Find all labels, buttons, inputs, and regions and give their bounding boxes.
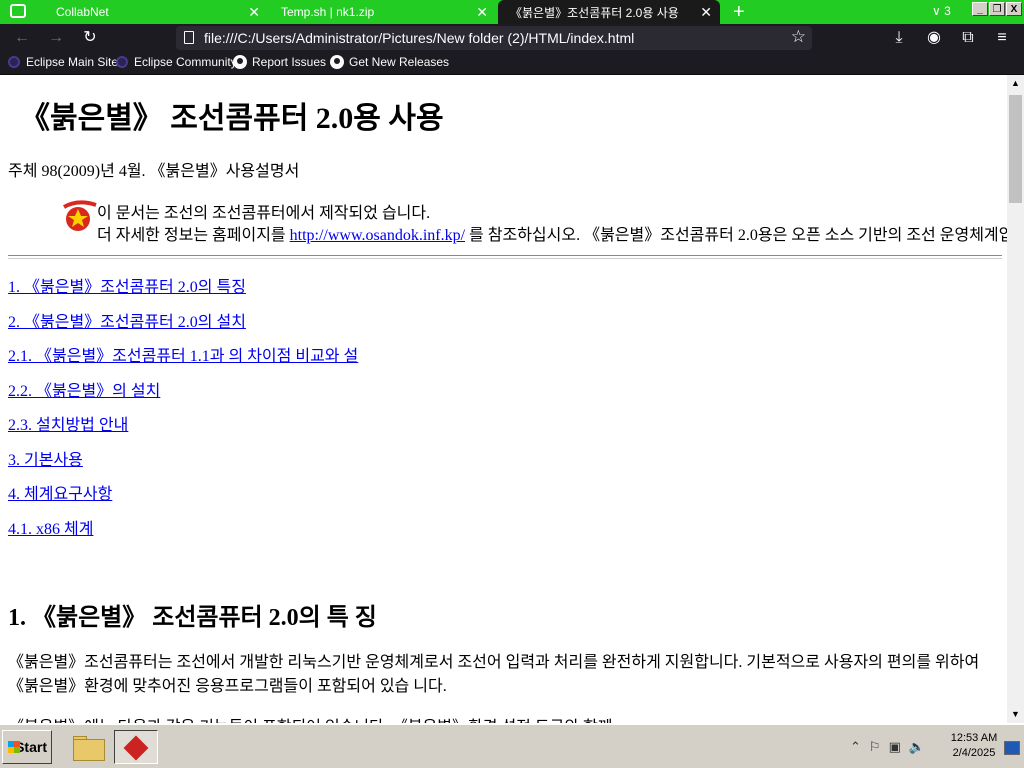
show-desktop-icon[interactable] [1004,741,1020,755]
minimize-button[interactable]: _ [972,2,988,16]
address-bar[interactable]: file:///C:/Users/Administrator/Pictures/… [176,26,812,50]
notice-line-2: 더 자세한 정보는 홈페이지를 http://www.osandok.inf.k… [97,221,1007,245]
tab-temp-sh[interactable]: Temp.sh | nk1.zip ✕ [268,0,496,24]
tab-label: CollabNet [56,5,109,19]
list-all-tabs-button[interactable]: ∨ 3 [932,4,951,18]
restore-button[interactable]: ❐ [989,2,1005,16]
page-title: 《붉은별》 조선콤퓨터 2.0용 사용 [20,102,444,135]
github-icon [330,55,344,69]
page-meta: 주체 98(2009)년 4월. 《붉은별》사용설명서 [8,163,300,180]
back-arrow-icon[interactable]: ← [12,28,32,48]
tab-index-html[interactable]: 《붉은별》조선콤퓨터 2.0용 사용 ✕ [498,0,720,24]
toc-link[interactable]: 2. 《붉은별》조선콤퓨터 2.0의 설치 [8,308,358,343]
scroll-up-icon[interactable]: ▲ [1007,75,1024,92]
folder-icon-body [73,739,105,761]
tab-bar: CollabNet ✕ Temp.sh | nk1.zip ✕ 《붉은별》조선콤… [0,0,1024,24]
osandok-link[interactable]: http://www.osandok.inf.kp/ [290,227,465,244]
toc-link[interactable]: 4.1. x86 체계 [8,515,358,550]
toc-link[interactable]: 3. 기본사용 [8,446,358,481]
eclipse-icon [8,56,20,68]
tab-collabnet[interactable]: CollabNet ✕ [36,0,268,24]
system-tray: ⌃ ⚐ ▣ 🔈 [850,733,925,761]
extensions-icon[interactable]: ⧉ [958,28,978,48]
downloads-icon[interactable]: ⤓ [889,28,909,48]
notice-text: 를 참조하십시오. 《붉은별》조선콤퓨터 2.0용은 오픈 소스 기반의 조선 … [465,227,1007,244]
github-icon [233,55,247,69]
file-explorer-button[interactable] [66,730,110,764]
bookmark-get-new-releases[interactable]: Get New Releases [330,55,449,69]
bookmark-eclipse-main-site[interactable]: Eclipse Main Site [8,55,118,69]
scroll-down-icon[interactable]: ▼ [1007,706,1024,723]
reload-icon[interactable]: ↻ [80,28,100,48]
toc-link[interactable]: 2.3. 설치방법 안내 [8,411,358,446]
notice-text: 더 자세한 정보는 홈페이지를 [97,227,290,244]
page-icon [184,31,194,44]
network-icon[interactable]: ▣ [889,739,901,755]
menu-icon[interactable]: ≡ [992,28,1012,48]
app-cube-icon [123,735,149,761]
close-icon[interactable]: ✕ [476,4,488,20]
volume-icon[interactable]: 🔈 [909,739,925,755]
clock-time: 12:53 AM [950,732,998,744]
start-button[interactable]: Start [2,730,52,764]
firefox-view-icon[interactable] [10,4,26,18]
tab-count: 3 [944,4,951,18]
tab-label: Temp.sh | nk1.zip [281,5,375,19]
show-hidden-icons-icon[interactable]: ⌃ [850,739,861,755]
toc-link[interactable]: 2.2. 《붉은별》의 설치 [8,377,358,412]
account-icon[interactable]: ◉ [924,28,944,48]
bookmarks-bar: Eclipse Main Site Eclipse Community Repo… [0,52,1024,75]
navigation-bar: ← → ↻ file:///C:/Users/Administrator/Pic… [0,24,1024,52]
eclipse-icon [116,56,128,68]
windows-logo-icon [8,741,20,753]
toc-link[interactable]: 1. 《붉은별》조선콤퓨터 2.0의 특징 [8,273,358,308]
scrollbar-thumb[interactable] [1009,95,1022,203]
toc-link[interactable]: 2.1. 《붉은별》조선콤퓨터 1.1과 의 차이점 비교와 설 [8,342,358,377]
bookmark-eclipse-community[interactable]: Eclipse Community [116,55,237,69]
close-window-button[interactable]: X [1006,2,1022,16]
section-1-paragraph: 《붉은별》조선콤퓨터는 조선에서 개발한 리눅스기반 운영체계로서 조선어 입력… [8,654,980,695]
close-icon[interactable]: ✕ [700,4,712,20]
table-of-contents: 1. 《붉은별》조선콤퓨터 2.0의 특징 2. 《붉은별》조선콤퓨터 2.0의… [8,273,358,549]
divider [8,255,1002,259]
bookmark-label: Report Issues [252,55,327,69]
tab-label: 《붉은별》조선콤퓨터 2.0용 사용 [510,5,679,20]
clock-date: 2/4/2025 [952,747,996,759]
bookmark-label: Eclipse Main Site [26,55,119,69]
bookmark-label: Get New Releases [349,55,450,69]
section-1-paragraph-2: 《붉은별》에는 다음과 같은 기능들이 포함되어 있습니다. 《붉은별》환경 설… [8,713,612,723]
section-1-heading: 1. 《붉은별》 조선콤퓨터 2.0의 특 징 [8,605,377,631]
forward-arrow-icon[interactable]: → [46,28,66,48]
window-controls: _ ❐ X [972,2,1022,16]
toc-link[interactable]: 4. 체계요구사항 [8,480,358,515]
taskbar: Start ⌃ ⚐ ▣ 🔈 12:53 AM 2/4/2025 [0,724,1024,768]
notice-line-1: 이 문서는 조선의 조선콤퓨터에서 제작되었 습니다. [97,205,431,222]
new-tab-icon[interactable]: + [733,1,745,23]
url-text[interactable]: file:///C:/Users/Administrator/Pictures/… [204,30,634,46]
clock[interactable]: 12:53 AM 2/4/2025 [948,731,1000,761]
vertical-scrollbar[interactable]: ▲ ▼ [1007,75,1024,723]
action-center-flag-icon[interactable]: ⚐ [869,739,881,755]
bookmark-label: Eclipse Community [134,55,237,69]
bookmark-report-issues[interactable]: Report Issues [233,55,326,69]
running-app-button[interactable] [114,730,158,764]
bookmark-star-icon[interactable]: ☆ [791,27,806,47]
page-content: 《붉은별》 조선콤퓨터 2.0용 사용 주체 98(2009)년 4월. 《붉은… [0,75,1007,723]
close-icon[interactable]: ✕ [248,4,260,20]
